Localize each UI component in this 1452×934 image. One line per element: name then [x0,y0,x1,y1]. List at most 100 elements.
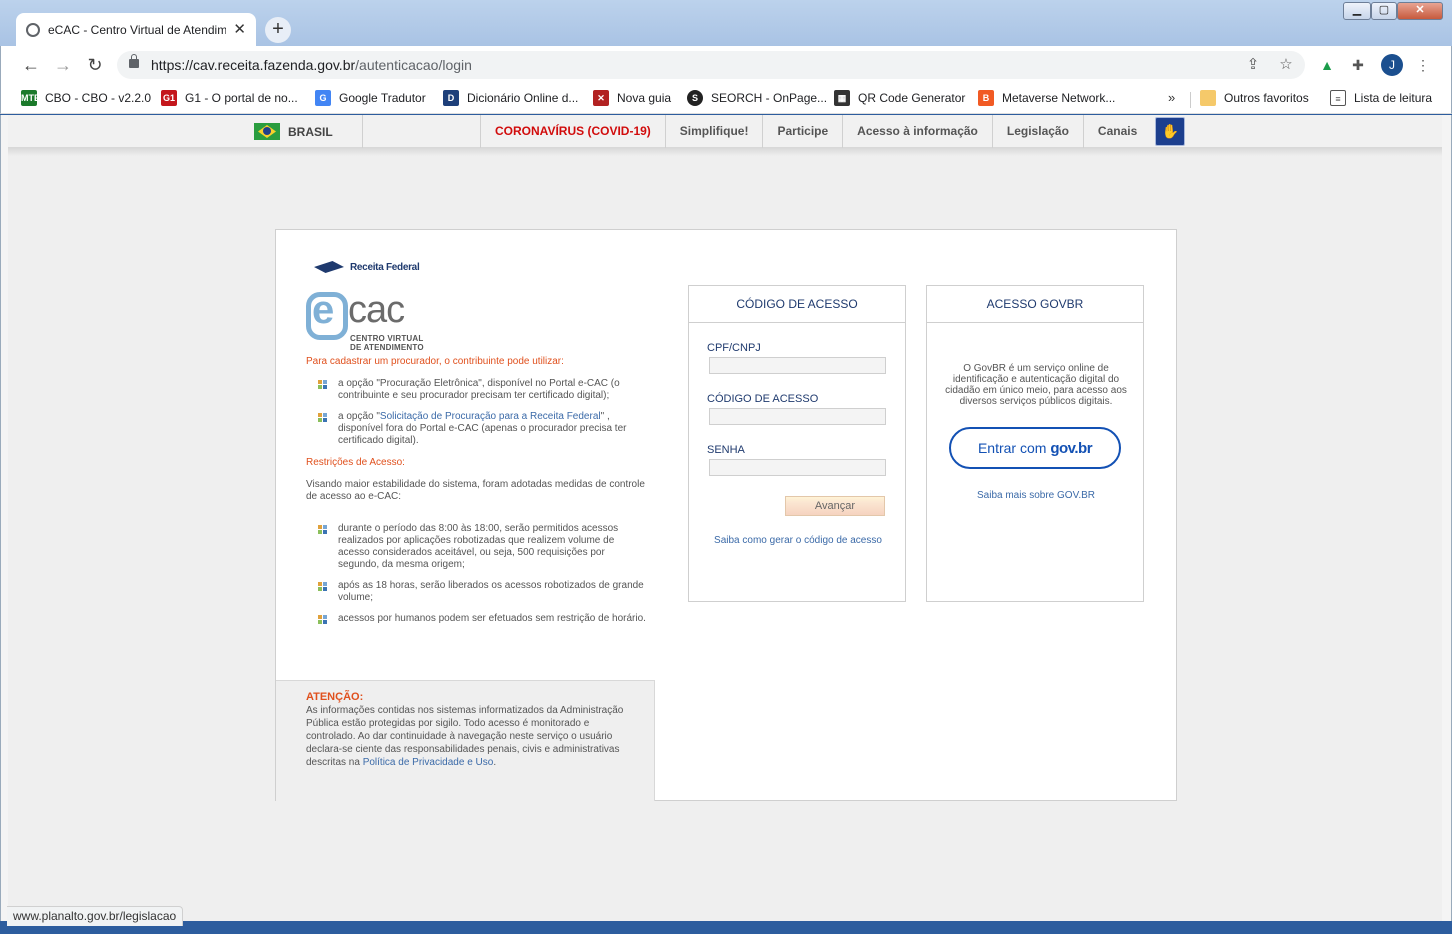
access-code-label: CÓDIGO DE ACESSO [707,393,819,405]
window-titlebar: eCAC - Centro Virtual de Atendimento ✕ +… [0,0,1452,46]
bookmarks-overflow-button[interactable]: » [1168,90,1175,105]
bookmark-folder-outros[interactable]: Outros favoritos [1200,90,1309,106]
list-item: a opção "Solicitação de Procuração para … [318,411,646,447]
ecac-subtitle-line2: DE ATENDIMENTO [350,343,424,352]
password-label: SENHA [707,444,745,456]
bookmark-star-icon[interactable]: ☆ [1276,55,1296,75]
close-window-button[interactable]: ✕ [1397,2,1443,20]
access-code-panel: CÓDIGO DE ACESSO CPF/CNPJ CÓDIGO DE ACES… [688,285,906,602]
nav-canais[interactable]: Canais [1082,115,1151,148]
ecac-subtitle-line1: CENTRO VIRTUAL [350,334,424,343]
new-tab-button[interactable]: + [265,17,291,43]
attention-box: ATENÇÃO: As informações contidas nos sis… [276,680,655,801]
bullet-icon [318,615,327,624]
attention-title: ATENÇÃO: [306,691,364,703]
brazil-flag-icon [254,123,280,140]
restriction-text: acessos por humanos podem ser efetuados … [338,613,646,624]
ecac-cac-text: cac [348,289,405,331]
bookmark-label: Metaverse Network... [1002,91,1116,105]
bookmark-nova-guia[interactable]: ✕ Nova guia [593,90,671,106]
restriction-text: após as 18 horas, serão liberados os ace… [338,580,644,603]
window-left-edge [0,115,8,921]
govbr-title: ACESSO GOVBR [927,286,1143,323]
globe-icon [26,22,40,37]
bookmark-qr-code[interactable]: ▦ QR Code Generator [834,90,965,106]
close-tab-icon[interactable]: ✕ [233,22,246,37]
list-item: acessos por humanos podem ser efetuados … [318,613,646,625]
gov-nav: CORONAVÍRUS (COVID-19) Simplifique! Part… [480,115,1186,148]
bookmarks-bar: MTE CBO - CBO - v2.2.0 G1 G1 - O portal de… [0,84,1452,114]
bookmark-cbo[interactable]: MTE CBO - CBO - v2.2.0 [21,90,151,106]
reading-list-button[interactable]: ≡ Lista de leitura [1330,90,1432,106]
access-code-input[interactable] [709,408,886,425]
receita-federal-mark-icon [314,258,346,276]
bookmark-label: Nova guia [617,91,672,105]
privacy-policy-link[interactable]: Política de Privacidade e Uso [363,757,494,768]
reading-list-icon: ≡ [1330,90,1346,106]
nav-coronavirus[interactable]: CORONAVÍRUS (COVID-19) [480,115,665,148]
nav-acesso-informacao[interactable]: Acesso à informação [842,115,992,148]
cpf-input[interactable] [709,357,886,374]
govbr-logo-text: gov.br [1050,440,1093,457]
gov-bar-shadow [8,148,1442,156]
list-item: a opção "Procuração Eletrônica", disponí… [318,378,646,402]
vlibras-accessibility-icon[interactable]: ✋ [1155,117,1186,146]
forward-button[interactable]: → [51,53,75,77]
bullet-icon [318,525,327,534]
translate-favicon-icon: G [315,90,331,106]
advance-button[interactable]: Avançar [785,496,885,516]
address-bar[interactable]: https://cav.receita.fazenda.gov.br/auten… [117,51,1305,79]
lock-icon[interactable] [129,54,139,68]
bookmarks-divider [1190,92,1191,108]
share-icon[interactable]: ⇪ [1243,55,1263,75]
password-input[interactable] [709,459,886,476]
bullet-icon [318,380,327,389]
option-procuracao-eletronica: a opção "Procuração Eletrônica", disponí… [338,378,620,401]
blogger-favicon-icon: B [978,90,994,106]
govbr-description: O GovBR é um serviço online de identific… [945,363,1127,407]
maximize-button[interactable]: ▢ [1371,2,1397,20]
restrictions-title: Restrições de Acesso: [306,457,405,468]
nav-legislacao[interactable]: Legislação [991,115,1083,148]
browser-menu-icon[interactable]: ⋮ [1413,55,1433,75]
url-text[interactable]: https://cav.receita.fazenda.gov.br/auten… [151,57,472,73]
bookmark-label: CBO - CBO - v2.2.0 [45,91,152,105]
procurador-options-list: a opção "Procuração Eletrônica", disponí… [318,378,646,447]
bullet-icon [318,413,327,422]
gov-divider [362,115,363,148]
bookmark-label: QR Code Generator [858,91,966,105]
bookmark-seorch[interactable]: S SEORCH - OnPage... [687,90,827,106]
google-drive-icon[interactable]: ▲ [1317,55,1337,75]
brasil-link[interactable]: BRASIL [254,123,333,140]
profile-avatar[interactable]: J [1381,54,1403,76]
window-scrollbar[interactable] [1442,115,1452,921]
bookmark-metaverse[interactable]: B Metaverse Network... [978,90,1115,106]
bookmark-label: Outros favoritos [1224,91,1309,105]
minimize-button[interactable]: ▁ [1343,2,1371,20]
extensions-puzzle-icon[interactable]: ✚ [1348,55,1368,75]
govbr-more-link[interactable]: Saiba mais sobre GOV.BR [927,490,1145,501]
reload-button[interactable]: ↻ [83,53,107,77]
info-column: Para cadastrar um procurador, o contribu… [306,356,646,635]
access-code-title: CÓDIGO DE ACESSO [689,286,905,323]
restrictions-list: durante o período das 8:00 às 18:00, ser… [318,523,646,625]
bookmark-label: Dicionário Online d... [467,91,579,105]
generate-code-help-link[interactable]: Saiba como gerar o código de acesso [689,535,907,546]
browser-tab-active[interactable]: eCAC - Centro Virtual de Atendimento ✕ [16,13,256,46]
new-tab-favicon-icon: ✕ [593,90,609,106]
govbr-login-button[interactable]: Entrar com gov.br [949,427,1121,469]
back-button[interactable]: ← [19,53,43,77]
nav-participe[interactable]: Participe [762,115,842,148]
restrictions-text: Visando maior estabilidade do sistema, f… [306,479,645,502]
list-item: após as 18 horas, serão liberados os ace… [318,580,646,604]
bookmark-google-tradutor[interactable]: G Google Tradutor [315,90,426,106]
login-card: Receita Federal e cac CENTRO VIRTUAL DE A… [275,229,1177,801]
page-viewport: BRASIL CORONAVÍRUS (COVID-19) Simplifiqu… [8,115,1442,921]
bookmark-g1[interactable]: G1 G1 - O portal de no... [161,90,298,106]
bookmark-dicionario[interactable]: D Dicionário Online d... [443,90,578,106]
ecac-logo: e cac CENTRO VIRTUAL DE ATENDIMENTO [306,288,426,354]
receita-federal-text: Receita Federal [350,261,420,273]
ecac-e-letter: e [312,288,335,332]
nav-simplifique[interactable]: Simplifique! [664,115,763,148]
solicitacao-procuracao-link[interactable]: Solicitação de Procuração para a Receita… [380,411,601,422]
